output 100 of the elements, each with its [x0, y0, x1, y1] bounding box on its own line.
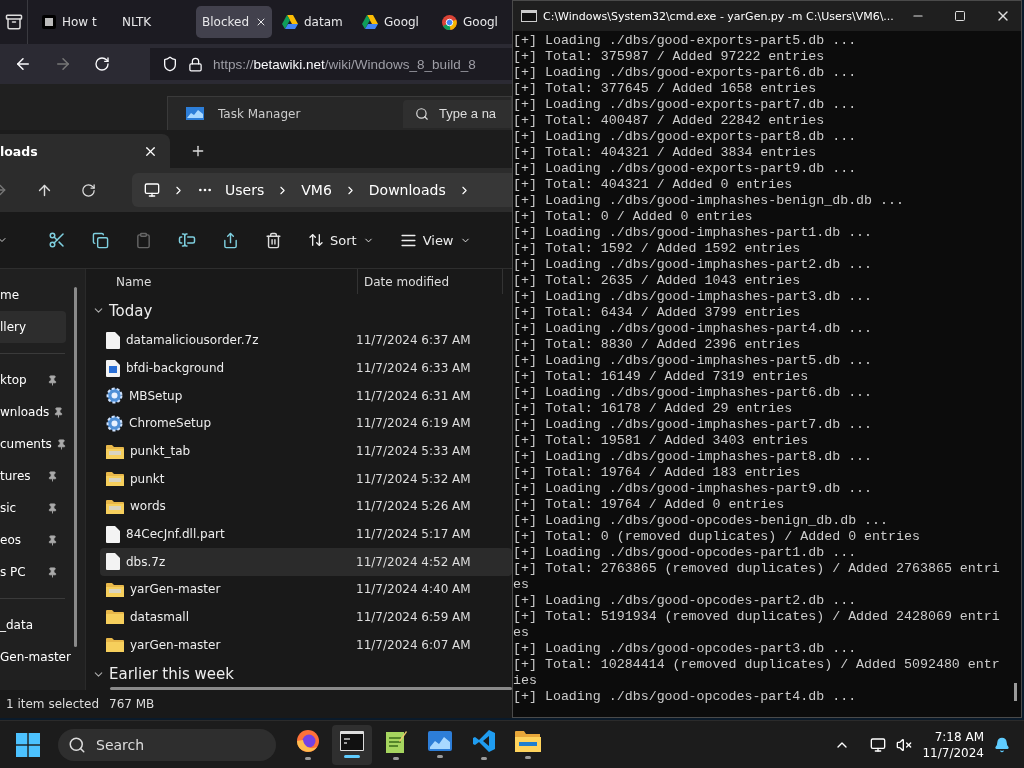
app-title: Task Manager [218, 106, 301, 121]
taskbar-app-button[interactable] [332, 724, 372, 765]
sidebar-item[interactable]: s PC [0, 556, 66, 588]
refresh-icon[interactable] [81, 182, 96, 198]
share-icon[interactable] [222, 231, 239, 249]
sidebar-item[interactable]: cuments [0, 428, 75, 460]
file-name: punkt_tab [130, 444, 191, 459]
reload-icon[interactable] [94, 56, 110, 72]
file-name: dbs.7z [126, 554, 166, 569]
file-name: ChromeSetup [129, 416, 211, 431]
chart-window-icon [428, 731, 452, 751]
breadcrumb-item[interactable]: Downloads [368, 182, 446, 198]
console-line: [+] Loading ./dbs/good-imphashes-benign_db.db ... [513, 193, 905, 209]
forward-icon[interactable] [54, 55, 72, 73]
console-line: [+] Total: 375987 / Added 97222 entries [513, 49, 826, 65]
round-logo-icon [442, 14, 457, 30]
site-logo-icon [42, 15, 56, 29]
sidebar-item[interactable]: Gen-master [0, 641, 79, 673]
column-header[interactable]: Date modified [358, 269, 503, 294]
sidebar-item[interactable]: me [0, 279, 66, 311]
file-row[interactable]: bfdi-background 11/7/2024 6:33 AM [100, 354, 512, 382]
sidebar-item[interactable]: llery [0, 311, 66, 343]
scrollbar[interactable] [110, 687, 512, 690]
browser-tab[interactable]: Googl [436, 6, 512, 38]
file-row[interactable]: datamaliciousorder.7z 11/7/2024 6:37 AM [100, 326, 512, 355]
browser-tab[interactable]: NLTK [116, 6, 192, 38]
date-cell: 11/7/2024 4:40 AM [356, 582, 471, 597]
file-row[interactable]: punkt_tab 11/7/2024 5:33 AM [100, 437, 512, 465]
scrollbar[interactable] [74, 287, 77, 647]
paste-icon[interactable] [135, 231, 152, 249]
new-tab-icon[interactable] [190, 143, 206, 159]
start-icon[interactable] [16, 732, 40, 757]
sidebar-item[interactable]: sic [0, 492, 66, 524]
file-name: datasmall [130, 610, 189, 624]
muted-speaker-icon[interactable] [896, 736, 913, 753]
file-row[interactable]: dbs.7z 11/7/2024 4:52 AM [100, 547, 512, 576]
file-row[interactable]: yarGen-master 11/7/2024 6:07 AM [100, 630, 512, 659]
breadcrumb-item[interactable]: Users [225, 182, 265, 198]
scrollbar[interactable] [1014, 683, 1017, 701]
breadcrumb-item[interactable]: VM6 [301, 182, 332, 198]
file-name: MBSetup [129, 388, 183, 403]
console-line: [+] Total: 19581 / Added 3403 entries [513, 433, 810, 449]
console-icon [521, 10, 537, 22]
search-field[interactable]: Type a na [403, 99, 511, 128]
address-field[interactable]: https://betawiki.net/wiki/Windows_8_build_8 [150, 48, 512, 80]
network-icon[interactable] [870, 736, 887, 753]
console-line: [+] Total: 5191934 (removed duplicates) / Added 2428069 entri [513, 609, 1001, 625]
browser-tab[interactable]: Blocked [196, 6, 272, 38]
sidebar-item[interactable]: eos [0, 524, 66, 556]
sidebar-item[interactable]: tures [0, 460, 66, 492]
file-row[interactable]: words 11/7/2024 5:26 AM [100, 492, 512, 521]
console-line: [+] Loading ./dbs/good-exports-part9.db ... [513, 161, 858, 177]
sidebar-item[interactable]: ktop [0, 364, 66, 396]
browser-tab[interactable]: Googl [356, 6, 432, 38]
sidebar-item[interactable]: wnloads [0, 396, 73, 428]
file-row[interactable]: datasmall 11/7/2024 6:59 AM [100, 603, 512, 631]
file-row[interactable]: ChromeSetup 11/7/2024 6:19 AM [100, 409, 512, 438]
console-line: [+] Loading ./dbs/good-imphashes-part9.db ... [513, 481, 874, 497]
bell-icon[interactable] [994, 736, 1010, 753]
address-bar[interactable]: Users VM6 Downloads [132, 173, 512, 207]
zip-folder-icon [106, 498, 124, 514]
console-line: [+] Total: 2763865 (removed duplicates) / Added 2763865 entri [513, 561, 1001, 577]
file-row[interactable]: punkt 11/7/2024 5:32 AM [100, 464, 512, 493]
console-line: [+] Loading ./dbs/good-opcodes-part4.db ... [513, 689, 858, 705]
console-line: [+] Total: 16178 / Added 29 entries [513, 401, 794, 417]
chart-window-icon [186, 107, 204, 120]
file-row[interactable]: MBSetup 11/7/2024 6:31 AM [100, 381, 512, 410]
back-icon[interactable] [14, 55, 32, 73]
console-line: [+] Total: 0 (removed duplicates) / Added 0 entries [513, 529, 921, 545]
explorer-tab[interactable]: loads [0, 134, 170, 168]
zip-folder-icon [106, 443, 124, 459]
view-button[interactable]: View [399, 231, 471, 249]
console-line: [+] Total: 8830 / Added 2396 entries [513, 337, 802, 353]
sidebar-item[interactable]: _data [0, 609, 66, 641]
rename-icon[interactable] [178, 231, 196, 249]
file-name: yarGen-master [130, 582, 221, 597]
copy-icon[interactable] [92, 231, 109, 249]
date-cell: 11/7/2024 6:33 AM [356, 361, 471, 376]
column-header[interactable]: Name [86, 269, 358, 294]
delete-icon[interactable] [265, 231, 282, 249]
group-header[interactable]: Today [86, 295, 512, 327]
folder-icon [515, 730, 541, 752]
date-cell: 11/7/2024 6:19 AM [356, 416, 471, 431]
console-line: [+] Loading ./dbs/good-imphashes-part6.db ... [513, 385, 874, 401]
file-row[interactable]: yarGen-master 11/7/2024 4:40 AM [100, 575, 512, 604]
search-field[interactable]: Search [58, 728, 276, 761]
file-row[interactable]: 84CecJnf.dll.part 11/7/2024 5:17 AM [100, 520, 512, 548]
group-header[interactable]: Earlier this week [86, 658, 512, 691]
browser-tab[interactable]: How t [36, 6, 112, 38]
clock[interactable]: 7:18 AM 11/7/2024 [922, 728, 984, 761]
cut-icon[interactable] [48, 231, 66, 249]
console-line: [+] Loading ./dbs/good-opcodes-part3.db ... [513, 641, 858, 657]
console-line: [+] Total: 404321 / Added 3834 entries [513, 145, 818, 161]
browser-tab[interactable]: datam [276, 6, 352, 38]
maximize-icon[interactable] [954, 10, 967, 22]
date-cell: 11/7/2024 6:07 AM [356, 637, 471, 652]
tray-icon[interactable] [4, 13, 23, 31]
console-line: ies [513, 673, 538, 689]
fox-globe-icon [296, 729, 320, 753]
sort-button[interactable]: Sort [308, 232, 374, 248]
